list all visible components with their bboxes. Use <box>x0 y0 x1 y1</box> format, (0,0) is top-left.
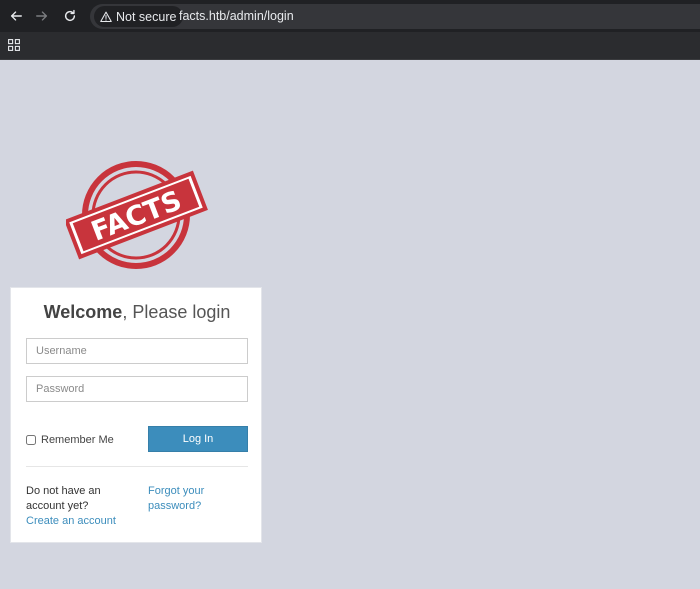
browser-toolbar: Not secure facts.htb/admin/login <box>0 0 700 32</box>
username-input[interactable] <box>26 338 248 364</box>
apps-grid-icon[interactable] <box>8 39 20 51</box>
no-account-text: Do not have an account yet? <box>26 485 101 512</box>
security-indicator[interactable]: Not secure <box>94 6 184 27</box>
title-bold: Welcome <box>43 302 123 322</box>
create-account-link[interactable]: Create an account <box>26 515 116 527</box>
title-rest: , Please login <box>122 302 231 322</box>
address-bar[interactable]: Not secure facts.htb/admin/login <box>90 4 700 29</box>
login-card: Welcome, Please login Remember Me Log In… <box>10 287 262 543</box>
facts-logo: FACTS <box>66 161 208 269</box>
remember-me-checkbox[interactable] <box>26 435 36 445</box>
reload-button[interactable] <box>60 6 80 26</box>
warning-icon <box>100 11 112 22</box>
remember-me-label: Remember Me <box>41 434 114 446</box>
reload-icon <box>64 9 76 22</box>
security-label: Not secure <box>116 9 177 24</box>
arrow-right-icon <box>36 11 48 21</box>
remember-me[interactable]: Remember Me <box>26 434 114 446</box>
forgot-password-link[interactable]: Forgot your password? <box>148 484 228 514</box>
arrow-left-icon <box>10 11 22 21</box>
password-input[interactable] <box>26 376 248 402</box>
login-button[interactable]: Log In <box>148 426 248 452</box>
login-title: Welcome, Please login <box>11 302 263 323</box>
back-button[interactable] <box>6 6 26 26</box>
divider <box>26 466 248 467</box>
url-text[interactable]: facts.htb/admin/login <box>179 9 294 23</box>
forward-button[interactable] <box>32 6 52 26</box>
bookmarks-bar <box>0 32 700 60</box>
